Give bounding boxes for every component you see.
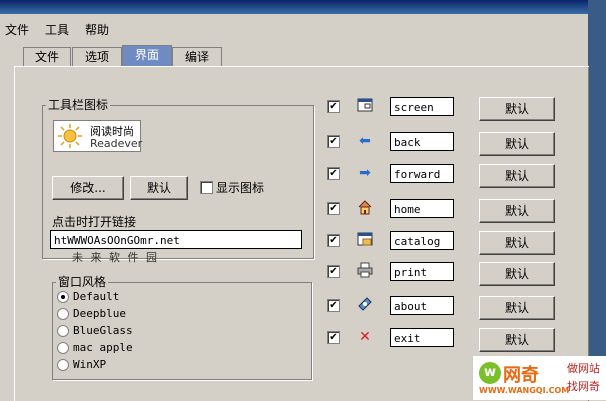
catalog-checkbox[interactable]: ✔	[327, 234, 340, 247]
screen-name-input[interactable]: screen	[390, 97, 454, 116]
menu-tools[interactable]: 工具	[45, 21, 69, 38]
toolbar-default-button[interactable]: 默认	[130, 176, 188, 200]
tab-options[interactable]: 选项	[72, 47, 122, 67]
window-titlebar	[0, 0, 606, 14]
link-input[interactable]: htWWWOAsOOnGOmr.net	[50, 230, 302, 249]
preview-subtitle: Readever	[90, 137, 143, 150]
style-label-winxp: WinXP	[73, 358, 107, 371]
back-name-input[interactable]: back	[390, 132, 454, 151]
exit-checkbox[interactable]: ✔	[327, 331, 340, 344]
screen-checkbox[interactable]: ✔	[327, 100, 340, 113]
print-default-button[interactable]: 默认	[479, 262, 555, 286]
print-name-input[interactable]: print	[390, 262, 454, 281]
watermark-slogan-1: 做网站	[567, 362, 600, 375]
forward-arrow-icon: ➡	[359, 165, 371, 181]
modify-button[interactable]: 修改...	[52, 176, 124, 200]
tab-strip: 文件 选项 界面 编译	[0, 44, 588, 67]
link-label: 点击时打开链接	[52, 215, 137, 229]
back-arrow-icon: ⬅	[359, 133, 371, 149]
about-checkbox[interactable]: ✔	[327, 299, 340, 312]
style-label-mac-apple: mac apple	[73, 341, 133, 354]
watermark-url: WWW.WANGQI.COM	[479, 386, 570, 395]
style-radio-default[interactable]	[57, 291, 69, 303]
style-label-default: Default	[73, 290, 120, 303]
sun-icon	[58, 124, 82, 148]
exit-name-input[interactable]: exit	[390, 328, 454, 347]
home-checkbox[interactable]: ✔	[327, 202, 340, 215]
style-label-blueglass: BlueGlass	[73, 324, 133, 337]
tab-interface[interactable]: 界面	[122, 45, 172, 67]
style-radio-winxp[interactable]	[57, 359, 69, 371]
about-default-button[interactable]: 默认	[479, 296, 555, 320]
catalog-icon	[356, 231, 374, 249]
style-radio-deepblue[interactable]	[57, 308, 69, 320]
forward-default-button[interactable]: 默认	[479, 164, 555, 188]
home-icon	[356, 199, 374, 217]
menu-bar: 文件 工具 帮助	[0, 14, 588, 44]
forward-name-input[interactable]: forward	[390, 164, 454, 183]
show-icon-label: 显示图标	[216, 181, 265, 195]
close-icon: ✕	[359, 329, 371, 345]
style-label-deepblue: Deepblue	[73, 307, 126, 320]
exit-default-button[interactable]: 默认	[479, 328, 555, 352]
back-default-button[interactable]: 默认	[479, 132, 555, 156]
background-strip	[588, 0, 606, 400]
menu-file[interactable]: 文件	[5, 21, 29, 38]
printer-icon	[356, 262, 374, 280]
about-name-input[interactable]: about	[390, 296, 454, 315]
watermark-brand: 网奇	[503, 365, 539, 386]
style-radio-blueglass[interactable]	[57, 325, 69, 337]
watermark-badge: w 网奇 WWW.WANGQI.COM 做网站 找网奇	[472, 356, 606, 400]
menu-help[interactable]: 帮助	[85, 21, 109, 38]
toolbar-icon-group-title: 工具栏图标	[46, 96, 111, 113]
style-radio-mac-apple[interactable]	[57, 342, 69, 354]
print-checkbox[interactable]: ✔	[327, 265, 340, 278]
preview-logo: 阅读时尚 Readever	[53, 120, 143, 152]
screen-default-button[interactable]: 默认	[479, 97, 555, 121]
watermark-slogan-2: 找网奇	[567, 380, 600, 393]
watermark-logo-icon: w	[479, 362, 501, 384]
forward-checkbox[interactable]: ✔	[327, 167, 340, 180]
show-icon-checkbox[interactable]	[200, 181, 213, 194]
tab-file[interactable]: 文件	[23, 47, 71, 67]
window-style-group-title: 窗口风格	[56, 273, 109, 290]
home-default-button[interactable]: 默认	[479, 199, 555, 223]
tab-compile[interactable]: 编译	[172, 47, 222, 67]
about-icon	[356, 296, 374, 314]
catalog-default-button[interactable]: 默认	[479, 231, 555, 255]
watermark-text: 未 来 软 件 园	[72, 251, 159, 264]
back-checkbox[interactable]: ✔	[327, 135, 340, 148]
screen-icon	[356, 97, 374, 115]
catalog-name-input[interactable]: catalog	[390, 231, 454, 250]
home-name-input[interactable]: home	[390, 199, 454, 218]
